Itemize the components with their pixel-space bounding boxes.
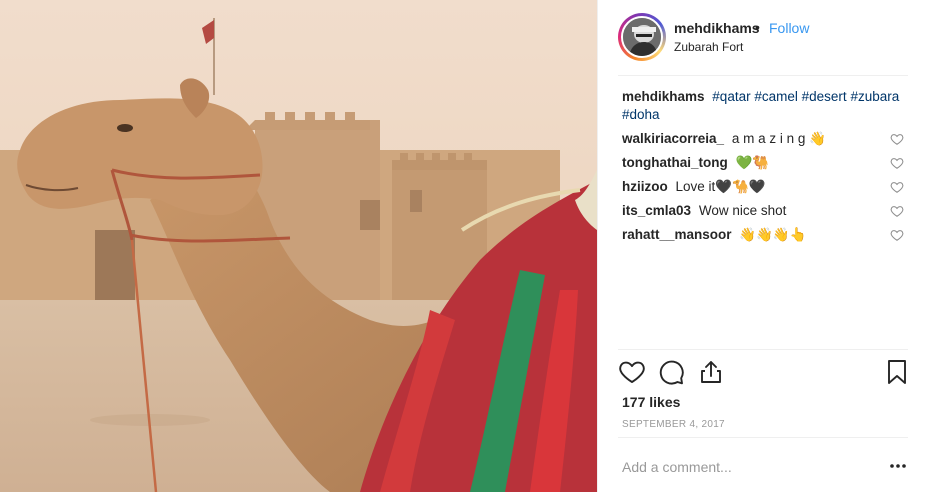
comment-text: 👋👋👋👆 (739, 227, 807, 242)
post-caption: mehdikhams #qatar #camel #desert #zubara… (622, 88, 912, 124)
comment-username[interactable]: its_cmla03 (622, 203, 691, 218)
hashtag-desert[interactable]: #desert (802, 89, 847, 104)
more-options-icon[interactable] (888, 459, 908, 473)
post-side-panel: mehdikhams • Follow Zubarah Fort mehdikh… (597, 0, 931, 492)
comment-like-heart-icon[interactable] (890, 156, 904, 170)
avatar[interactable] (621, 16, 663, 58)
post-header: mehdikhams • Follow Zubarah Fort (598, 0, 931, 75)
comment-item: tonghathai_tong 💚🐫 (622, 154, 912, 178)
hashtag-zubara[interactable]: #zubara (850, 89, 899, 104)
avatar-story-ring[interactable] (618, 13, 666, 61)
comment-text: 💚🐫 (735, 155, 770, 170)
comment-item: walkiriacorreia_ a m a z i n g 👋 (622, 130, 912, 154)
comment-text: a m a z i n g 👋 (731, 131, 826, 146)
hashtag-doha[interactable]: #doha (622, 107, 660, 122)
post-location[interactable]: Zubarah Fort (674, 40, 743, 54)
hashtag-qatar[interactable]: #qatar (712, 89, 750, 104)
post-actions-bar (618, 358, 908, 390)
actions-divider (618, 349, 908, 350)
comments-list: mehdikhams #qatar #camel #desert #zubara… (622, 88, 912, 250)
comment-bubble-icon[interactable] (658, 358, 686, 386)
hashtag-camel[interactable]: #camel (754, 89, 798, 104)
comment-text: Love it🖤🐪🖤 (675, 179, 766, 194)
avatar-photo-icon (623, 18, 661, 56)
comment-item: its_cmla03 Wow nice shot (622, 202, 912, 226)
comment-like-heart-icon[interactable] (890, 204, 904, 218)
camel-photo-image (0, 0, 597, 492)
follow-button[interactable]: Follow (769, 20, 809, 36)
comment-item: rahatt__mansoor 👋👋👋👆 (622, 226, 912, 250)
likes-count[interactable]: 177 likes (622, 394, 680, 410)
comment-text: Wow nice shot (698, 203, 787, 218)
comment-username[interactable]: tonghathai_tong (622, 155, 728, 170)
post-author-username[interactable]: mehdikhams (674, 20, 760, 36)
comment-box-divider (618, 437, 908, 438)
comment-username[interactable]: rahatt__mansoor (622, 227, 732, 242)
comment-username[interactable]: walkiriacorreia_ (622, 131, 724, 146)
comment-like-heart-icon[interactable] (890, 132, 904, 146)
instagram-post: mehdikhams • Follow Zubarah Fort mehdikh… (0, 0, 931, 492)
share-icon[interactable] (697, 358, 725, 386)
comment-item: hziizoo Love it🖤🐪🖤 (622, 178, 912, 202)
comment-like-heart-icon[interactable] (890, 228, 904, 242)
heart-icon[interactable] (618, 358, 646, 386)
header-divider (618, 75, 908, 76)
comment-like-heart-icon[interactable] (890, 180, 904, 194)
post-photo[interactable] (0, 0, 597, 492)
caption-username[interactable]: mehdikhams (622, 89, 705, 104)
comment-username[interactable]: hziizoo (622, 179, 668, 194)
add-comment-input[interactable] (622, 458, 862, 476)
post-date[interactable]: SEPTEMBER 4, 2017 (622, 419, 725, 430)
bookmark-icon[interactable] (883, 358, 911, 386)
header-separator: • (755, 19, 760, 35)
